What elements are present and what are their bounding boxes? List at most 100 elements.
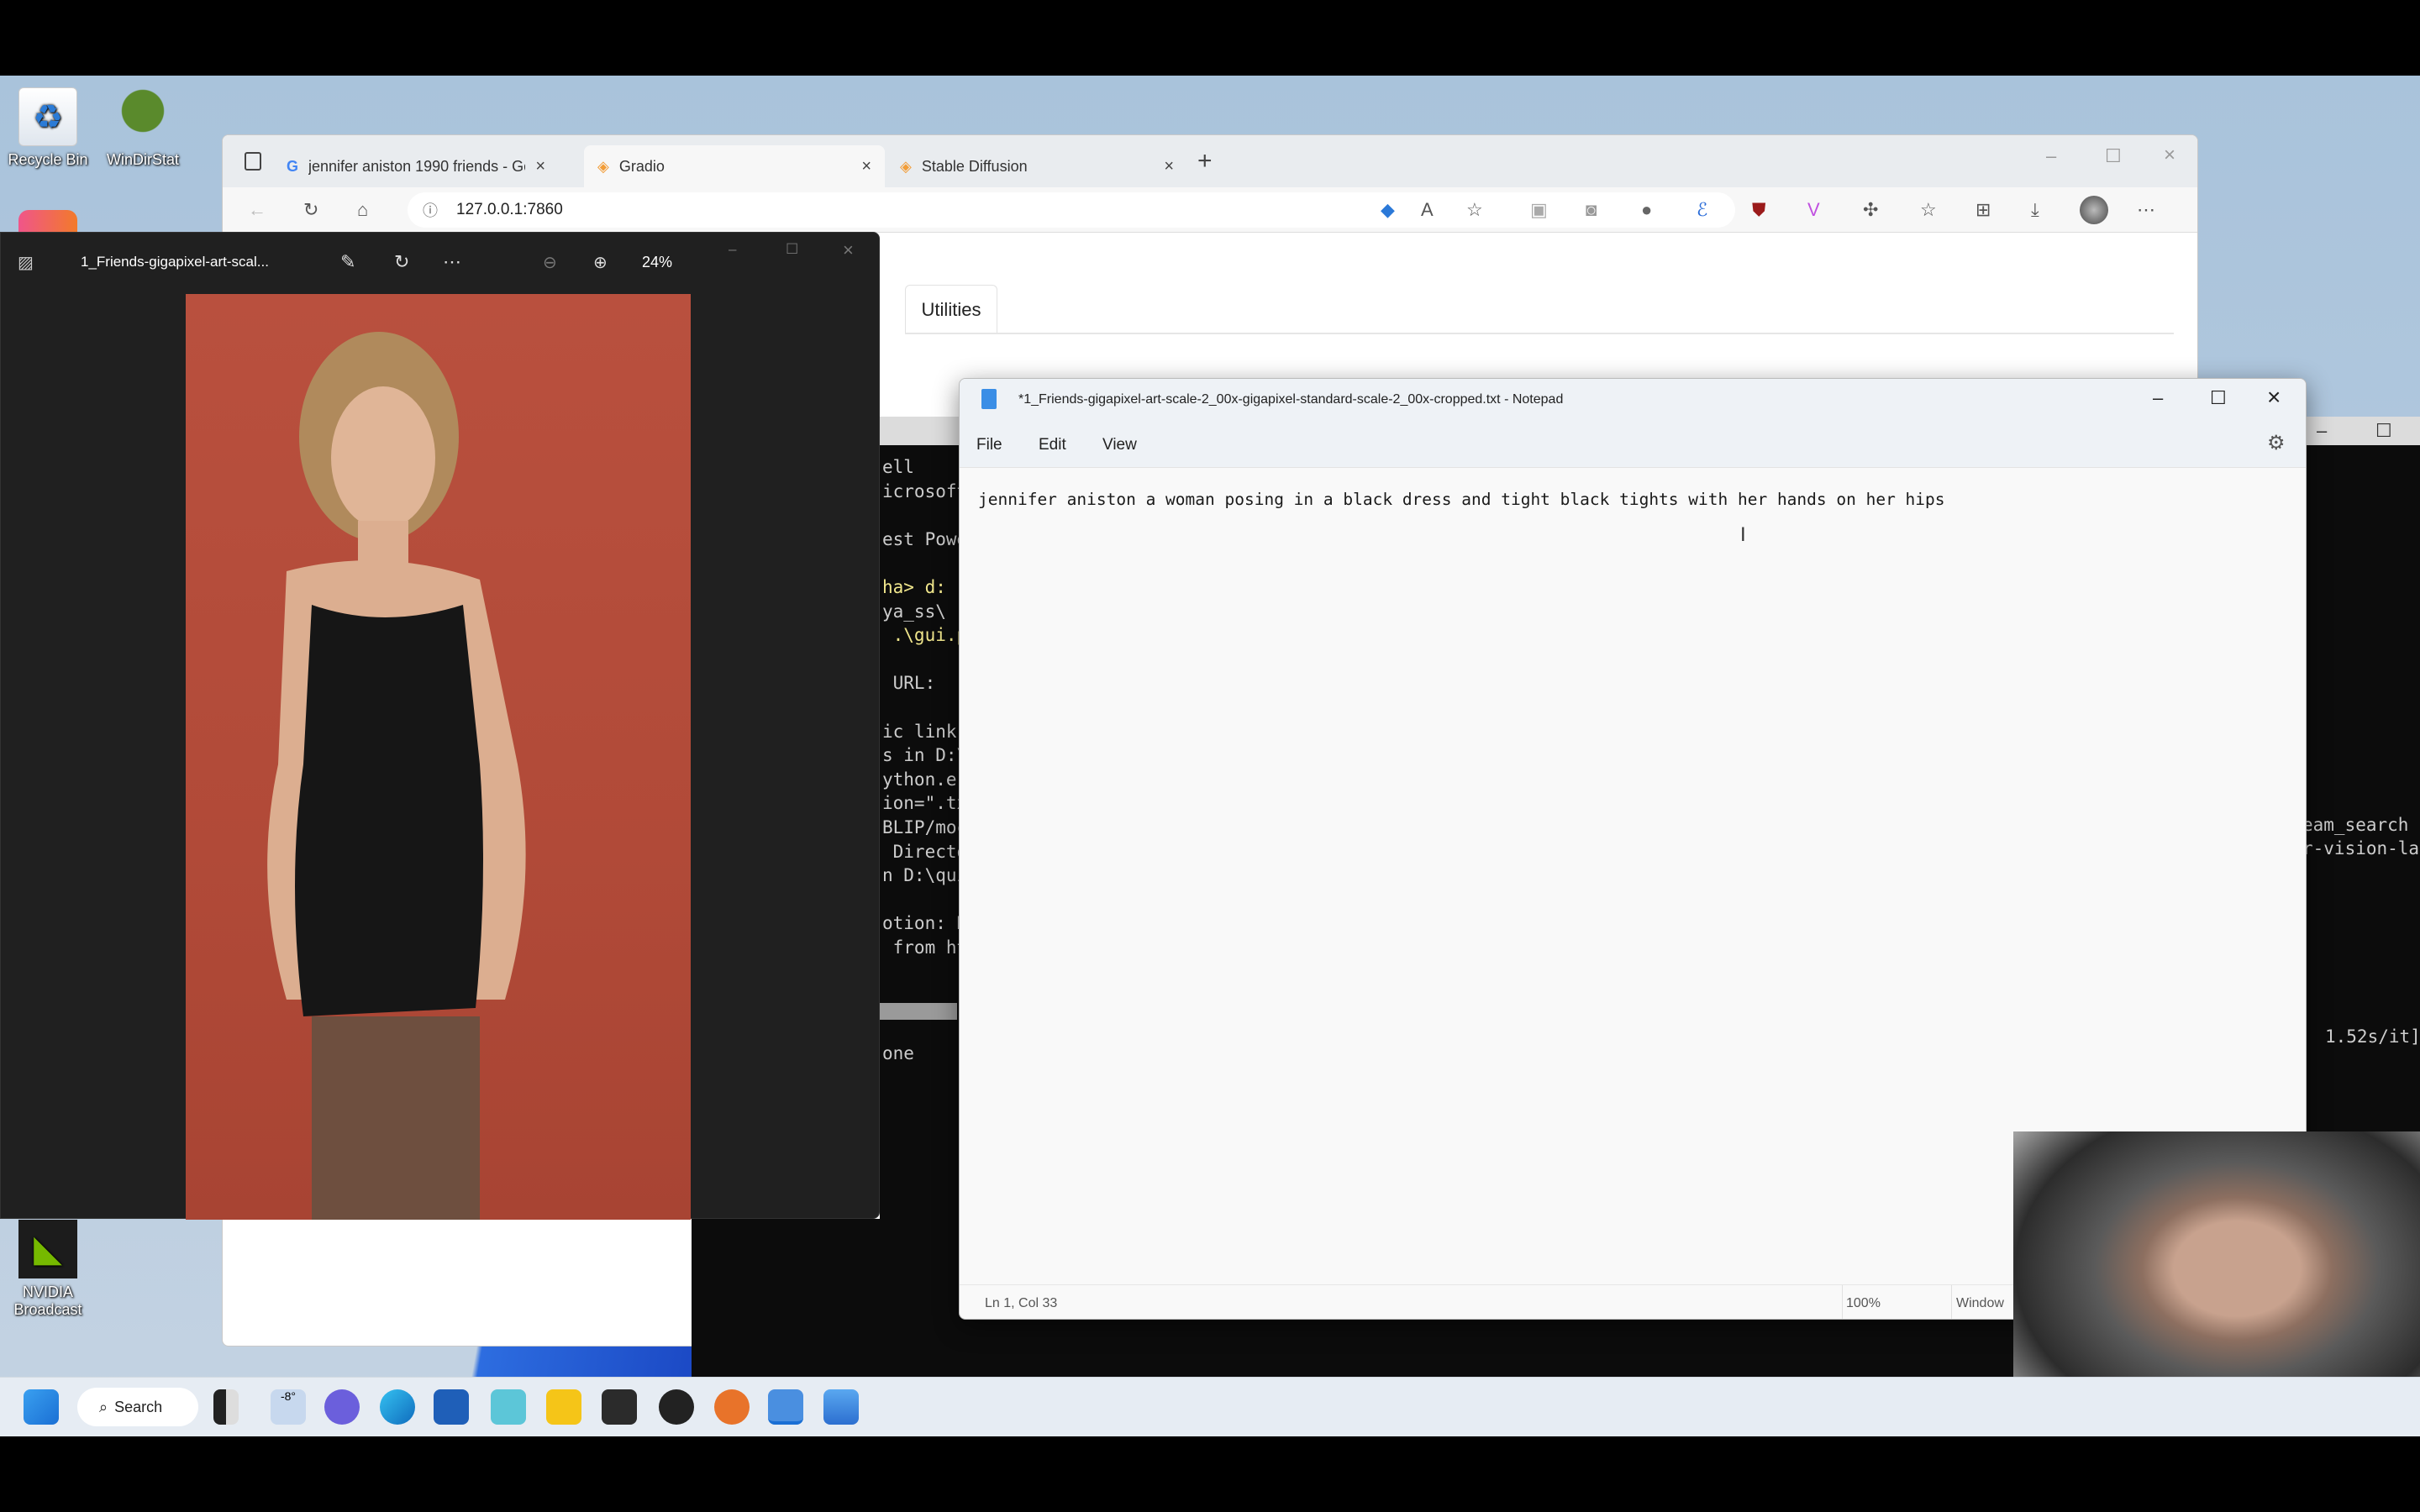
close-icon[interactable]: × <box>843 239 854 261</box>
extension-e-icon[interactable]: ℰ <box>1697 199 1707 221</box>
tab-label: jennifer aniston 1990 friends - Go <box>308 157 526 175</box>
ublock-icon[interactable]: ⛊ <box>1752 199 1766 221</box>
settings-gear-icon[interactable]: ⚙ <box>2267 431 2286 455</box>
terminal-icon[interactable] <box>602 1389 637 1425</box>
text-editor[interactable]: jennifer aniston a woman posing in a bla… <box>978 490 1945 509</box>
nvidia-broadcast-icon: ◣ <box>18 1220 77 1278</box>
tab-utilities[interactable]: Utilities <box>905 285 997 333</box>
terminal-line: s in D:\ <box>882 745 968 766</box>
terminal-background <box>692 1219 885 1378</box>
add-favorite-icon[interactable]: ☆ <box>1466 199 1483 221</box>
zoom-in-icon[interactable]: ⊕ <box>593 252 608 273</box>
desktop-icon-recycle-bin[interactable]: ♻ Recycle Bin <box>2 87 94 169</box>
rotate-icon[interactable]: ↻ <box>394 251 409 273</box>
notepad-icon <box>981 389 997 409</box>
info-icon: ⓘ <box>423 202 438 219</box>
minimize-icon[interactable]: – <box>729 241 736 258</box>
edit-image-icon[interactable]: ✎ <box>340 251 355 273</box>
notepad-taskbar-icon[interactable] <box>768 1389 803 1425</box>
more-icon[interactable]: ⋯ <box>2137 199 2155 221</box>
zoom-level: 24% <box>642 253 673 270</box>
terminal-line: ha> d: <box>882 577 946 597</box>
refresh-icon[interactable]: ↻ <box>303 199 318 221</box>
tab-stable-diffusion[interactable]: ◈ Stable Diffusion × <box>886 145 1187 187</box>
taskbar-search[interactable]: ⌕ Search <box>77 1388 198 1426</box>
more-icon[interactable]: ⋯ <box>443 251 461 273</box>
extension-icon[interactable]: ▣ <box>1530 199 1548 221</box>
azure-icon[interactable] <box>491 1389 526 1425</box>
collections-icon[interactable]: ⊞ <box>1975 199 1991 221</box>
terminal-line: one <box>882 1043 914 1063</box>
back-icon[interactable]: ← <box>248 199 266 221</box>
terminal-progress: 1.52s/it] <box>2325 1026 2420 1047</box>
camera-icon[interactable]: ◙ <box>1586 199 1597 221</box>
address-toolbar: ← ↻ ⌂ ⓘ 127.0.0.1:7860 ◆ A ☆ ▣ ◙ ● ℰ ⛊ V… <box>223 187 2197 233</box>
tab-gradio[interactable]: ◈ Gradio × <box>584 145 885 187</box>
minimize-icon[interactable]: – <box>2153 387 2163 409</box>
divider <box>905 333 2174 334</box>
window-title: *1_Friends-gigapixel-art-scale-2_00x-gig… <box>1018 392 1564 407</box>
menu-bar: File Edit View ⚙ <box>960 421 2306 468</box>
close-tab-icon[interactable]: × <box>1164 157 1174 176</box>
search-label: Search <box>114 1398 163 1415</box>
close-tab-icon[interactable]: × <box>861 157 871 176</box>
extension-v-icon[interactable]: V <box>1807 199 1820 221</box>
zoom-level: 100% <box>1846 1296 1881 1310</box>
terminal-line: ell <box>882 457 914 477</box>
maximize-icon[interactable]: ☐ <box>2375 417 2392 445</box>
maximize-icon[interactable]: ☐ <box>2210 387 2227 409</box>
extensions-icon[interactable]: ✣ <box>1863 199 1878 221</box>
media-player-icon[interactable] <box>714 1389 750 1425</box>
task-view-icon[interactable] <box>213 1389 239 1425</box>
weather-icon[interactable]: -8° <box>271 1389 306 1425</box>
menu-edit[interactable]: Edit <box>1039 436 1066 454</box>
terminal-scrollbar[interactable] <box>880 1003 957 1020</box>
new-tab-icon[interactable]: + <box>1197 147 1213 176</box>
terminal-line: Directo <box>882 841 968 862</box>
wallpaper-swirl <box>420 1347 697 1380</box>
minimize-icon[interactable]: – <box>2317 417 2327 445</box>
terminal-line: ion=".tx <box>882 793 968 814</box>
shopping-tag-icon[interactable]: ◆ <box>1381 199 1395 221</box>
photos-icon[interactable] <box>823 1389 859 1425</box>
menu-view[interactable]: View <box>1102 436 1137 454</box>
close-icon[interactable]: × <box>2267 384 2281 411</box>
home-icon[interactable]: ⌂ <box>357 199 368 221</box>
close-tab-icon[interactable]: × <box>535 157 545 176</box>
file-explorer-icon[interactable] <box>546 1389 581 1425</box>
desktop-icon-nvidia-broadcast[interactable]: ◣ NVIDIA Broadcast <box>2 1220 94 1319</box>
gallery-icon[interactable]: ▨ <box>18 252 34 273</box>
teams-chat-icon[interactable] <box>324 1389 360 1425</box>
minimize-icon[interactable]: – <box>2046 145 2056 167</box>
desktop-icon-label: WinDirStat <box>106 151 179 168</box>
maximize-icon[interactable]: ☐ <box>2105 145 2122 167</box>
store-icon[interactable] <box>434 1389 469 1425</box>
read-aloud-icon[interactable]: A <box>1421 199 1434 221</box>
desktop-icon-label: Recycle Bin <box>8 151 88 168</box>
gradio-icon: ◈ <box>900 157 912 175</box>
profile-avatar[interactable] <box>2080 196 2108 224</box>
terminal-line: from ht <box>882 937 968 958</box>
tab-actions-icon[interactable] <box>245 152 261 171</box>
start-windows-icon[interactable] <box>24 1389 59 1425</box>
windirstat-icon <box>113 87 172 146</box>
terminal-line: URL: <box>882 673 936 694</box>
menu-file[interactable]: File <box>976 436 1002 454</box>
photo-image <box>186 294 691 1220</box>
tab-google[interactable]: G jennifer aniston 1990 friends - Go × <box>273 145 559 187</box>
maximize-icon[interactable]: ☐ <box>786 241 798 258</box>
photos-viewer-window: ▨ 1_Friends-gigapixel-art-scal... ✎ ↻ ⋯ … <box>0 232 880 1220</box>
close-icon[interactable]: × <box>2164 144 2175 167</box>
zoom-out-icon[interactable]: ⊖ <box>543 252 557 273</box>
favorites-icon[interactable]: ☆ <box>1920 199 1937 221</box>
weather-temp: -8° <box>280 1389 297 1403</box>
desktop-icon-windirstat[interactable]: WinDirStat <box>97 87 189 169</box>
google-icon: G <box>287 157 299 175</box>
edge-icon[interactable] <box>380 1389 415 1425</box>
photos-title-bar: ▨ 1_Friends-gigapixel-art-scal... ✎ ↻ ⋯ … <box>1 233 879 291</box>
obs-icon[interactable] <box>659 1389 694 1425</box>
terminal-line: ython.e <box>882 769 957 790</box>
downloads-icon[interactable]: ⤓ <box>2031 199 2039 221</box>
copilot-icon[interactable]: ● <box>1641 199 1652 221</box>
terminal-line: otion: H <box>882 913 968 934</box>
